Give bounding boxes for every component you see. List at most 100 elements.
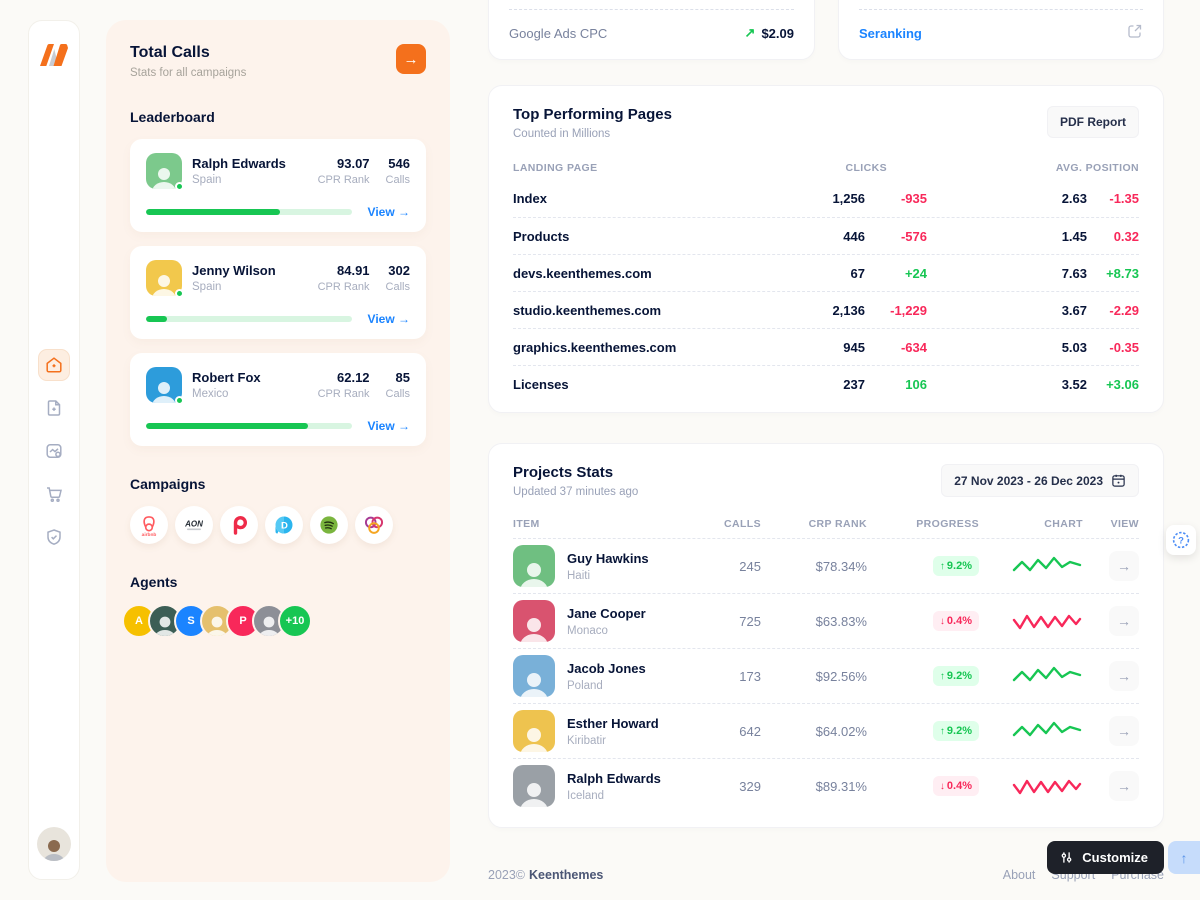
- app-logo[interactable]: [37, 41, 71, 74]
- panel-subtitle: Stats for all campaigns: [130, 67, 246, 79]
- pages-table-row[interactable]: Index 1,256 -935 2.63 -1.35: [513, 180, 1139, 217]
- seranking-link[interactable]: Seranking: [859, 26, 922, 41]
- pdf-report-button[interactable]: PDF Report: [1047, 106, 1139, 138]
- sliders-icon: [1059, 850, 1074, 865]
- project-view-button[interactable]: →: [1109, 551, 1139, 581]
- campaign-logo[interactable]: airbnb AON D: [130, 506, 168, 544]
- project-crp-rank: $89.31%: [761, 779, 867, 794]
- progress-badge: 0.4%: [933, 776, 979, 796]
- customize-button[interactable]: Customize: [1047, 841, 1164, 874]
- panel-expand-button[interactable]: →: [396, 44, 426, 74]
- progress-value: 9.2%: [947, 725, 972, 737]
- clipped-row: [859, 0, 1143, 10]
- project-calls: 725: [697, 614, 761, 629]
- rail-item-shield[interactable]: [38, 521, 70, 553]
- project-row[interactable]: Jane Cooper Monaco 725 $63.83% 0.4%: [513, 593, 1139, 648]
- project-row[interactable]: Esther Howard Kiribatir 642 $64.02% 9.2%: [513, 703, 1139, 758]
- project-row[interactable]: Guy Hawkins Haiti 245 $78.34% 9.2%: [513, 538, 1139, 593]
- project-member-country: Monaco: [567, 625, 646, 637]
- project-view-button[interactable]: →: [1109, 661, 1139, 691]
- col-clicks: CLICKS: [825, 162, 887, 174]
- project-crp-rank: $92.56%: [761, 669, 867, 684]
- pages-table-row[interactable]: graphics.keenthemes.com 945 -634 5.03 -0…: [513, 328, 1139, 365]
- project-member-name: Ralph Edwards: [567, 771, 661, 786]
- clicks-value: 945: [793, 340, 865, 355]
- agent-label: P: [239, 615, 246, 627]
- arrow-right-icon: →: [1117, 613, 1131, 629]
- leader-calls-label: Calls: [386, 281, 410, 293]
- leaderboard-card[interactable]: Ralph Edwards Spain 93.07 CPR Rank 546 C…: [130, 139, 426, 232]
- project-view-button[interactable]: →: [1109, 771, 1139, 801]
- rail-item-chart-settings[interactable]: [38, 435, 70, 467]
- pages-table-row[interactable]: Licenses 237 106 3.52 +3.06: [513, 365, 1139, 402]
- landing-page-name: Products: [513, 229, 793, 244]
- pages-card-title: Top Performing Pages: [513, 106, 672, 123]
- footer-link[interactable]: About: [1003, 868, 1036, 882]
- leader-view-link[interactable]: View →: [368, 312, 410, 326]
- progress-value: 0.4%: [947, 615, 972, 627]
- rail-item-file-plus[interactable]: [38, 392, 70, 424]
- clicks-delta: +24: [865, 266, 927, 281]
- user-avatar[interactable]: [37, 827, 71, 861]
- campaign-logo[interactable]: airbnb AON D: [265, 506, 303, 544]
- col-item: ITEM: [513, 518, 697, 530]
- leader-name: Jenny Wilson: [192, 263, 276, 278]
- date-range-button[interactable]: 27 Nov 2023 - 26 Dec 2023: [941, 464, 1139, 497]
- avg-position-value: 1.45: [1037, 229, 1087, 244]
- project-member-name: Guy Hawkins: [567, 551, 649, 566]
- pages-table-row[interactable]: studio.keenthemes.com 2,136 -1,229 3.67 …: [513, 291, 1139, 328]
- leader-avatar: [146, 260, 182, 296]
- landing-page-name: Licenses: [513, 377, 793, 392]
- leader-view-link[interactable]: View →: [368, 419, 410, 433]
- online-status-dot: [175, 396, 184, 405]
- agent-label: +10: [286, 615, 305, 627]
- project-member-country: Poland: [567, 680, 646, 692]
- progress-value: 0.4%: [947, 780, 972, 792]
- rail-item-cart[interactable]: [38, 478, 70, 510]
- pages-table-row[interactable]: Products 446 -576 1.45 0.32: [513, 217, 1139, 254]
- top-metric-cards: Google Ads CPC ↗ $2.09 Seranking: [488, 0, 1164, 60]
- project-view-button[interactable]: →: [1109, 606, 1139, 636]
- clicks-delta: -576: [865, 229, 927, 244]
- project-row[interactable]: Jacob Jones Poland 173 $92.56% 9.2%: [513, 648, 1139, 703]
- leaderboard-card[interactable]: Robert Fox Mexico 62.12 CPR Rank 85 Call…: [130, 353, 426, 446]
- sparkline-chart: [1011, 608, 1083, 634]
- project-view-button[interactable]: →: [1109, 716, 1139, 746]
- pages-table-row[interactable]: devs.keenthemes.com 67 +24 7.63 +8.73: [513, 254, 1139, 291]
- campaign-logo[interactable]: airbnb AON D: [220, 506, 258, 544]
- external-link-icon[interactable]: [1127, 23, 1143, 44]
- project-row[interactable]: Ralph Edwards Iceland 329 $89.31% 0.4%: [513, 758, 1139, 813]
- leaderboard-card[interactable]: Jenny Wilson Spain 84.91 CPR Rank 302 Ca…: [130, 246, 426, 339]
- cart-icon: [44, 484, 64, 504]
- leader-rank-value: 84.91: [318, 263, 370, 278]
- campaign-logo[interactable]: airbnb AON D: [355, 506, 393, 544]
- external-links-card: Seranking: [838, 0, 1164, 60]
- scroll-to-top-button[interactable]: ↑: [1168, 841, 1200, 874]
- campaign-logo[interactable]: airbnb AON D: [310, 506, 348, 544]
- projects-table-body: Guy Hawkins Haiti 245 $78.34% 9.2%: [513, 538, 1139, 813]
- landing-page-name: Index: [513, 191, 793, 206]
- leader-view-link[interactable]: View →: [368, 205, 410, 219]
- clicks-value: 2,136: [793, 303, 865, 318]
- leader-name: Robert Fox: [192, 370, 261, 385]
- col-progress: PROGRESS: [867, 518, 979, 530]
- clicks-value: 237: [793, 377, 865, 392]
- leader-progress-bar: [146, 423, 352, 429]
- dashboard-root: Total Calls Stats for all campaigns → Le…: [0, 0, 1200, 900]
- project-crp-rank: $63.83%: [761, 614, 867, 629]
- project-calls: 642: [697, 724, 761, 739]
- help-button[interactable]: ?: [1166, 525, 1196, 555]
- sidebar-rail: [28, 20, 80, 880]
- calendar-icon: [1111, 473, 1126, 488]
- agent-avatar[interactable]: +10: [278, 604, 312, 638]
- landing-page-name: studio.keenthemes.com: [513, 303, 793, 318]
- project-member-country: Haiti: [567, 570, 649, 582]
- col-calls: CALLS: [697, 518, 761, 530]
- rail-item-home[interactable]: [38, 349, 70, 381]
- progress-badge: 9.2%: [933, 666, 979, 686]
- avg-position-value: 5.03: [1037, 340, 1087, 355]
- clicks-delta: -935: [865, 191, 927, 206]
- campaign-logo[interactable]: airbnb AON D: [175, 506, 213, 544]
- keenthemes-link[interactable]: Keenthemes: [529, 868, 603, 882]
- progress-value: 9.2%: [947, 560, 972, 572]
